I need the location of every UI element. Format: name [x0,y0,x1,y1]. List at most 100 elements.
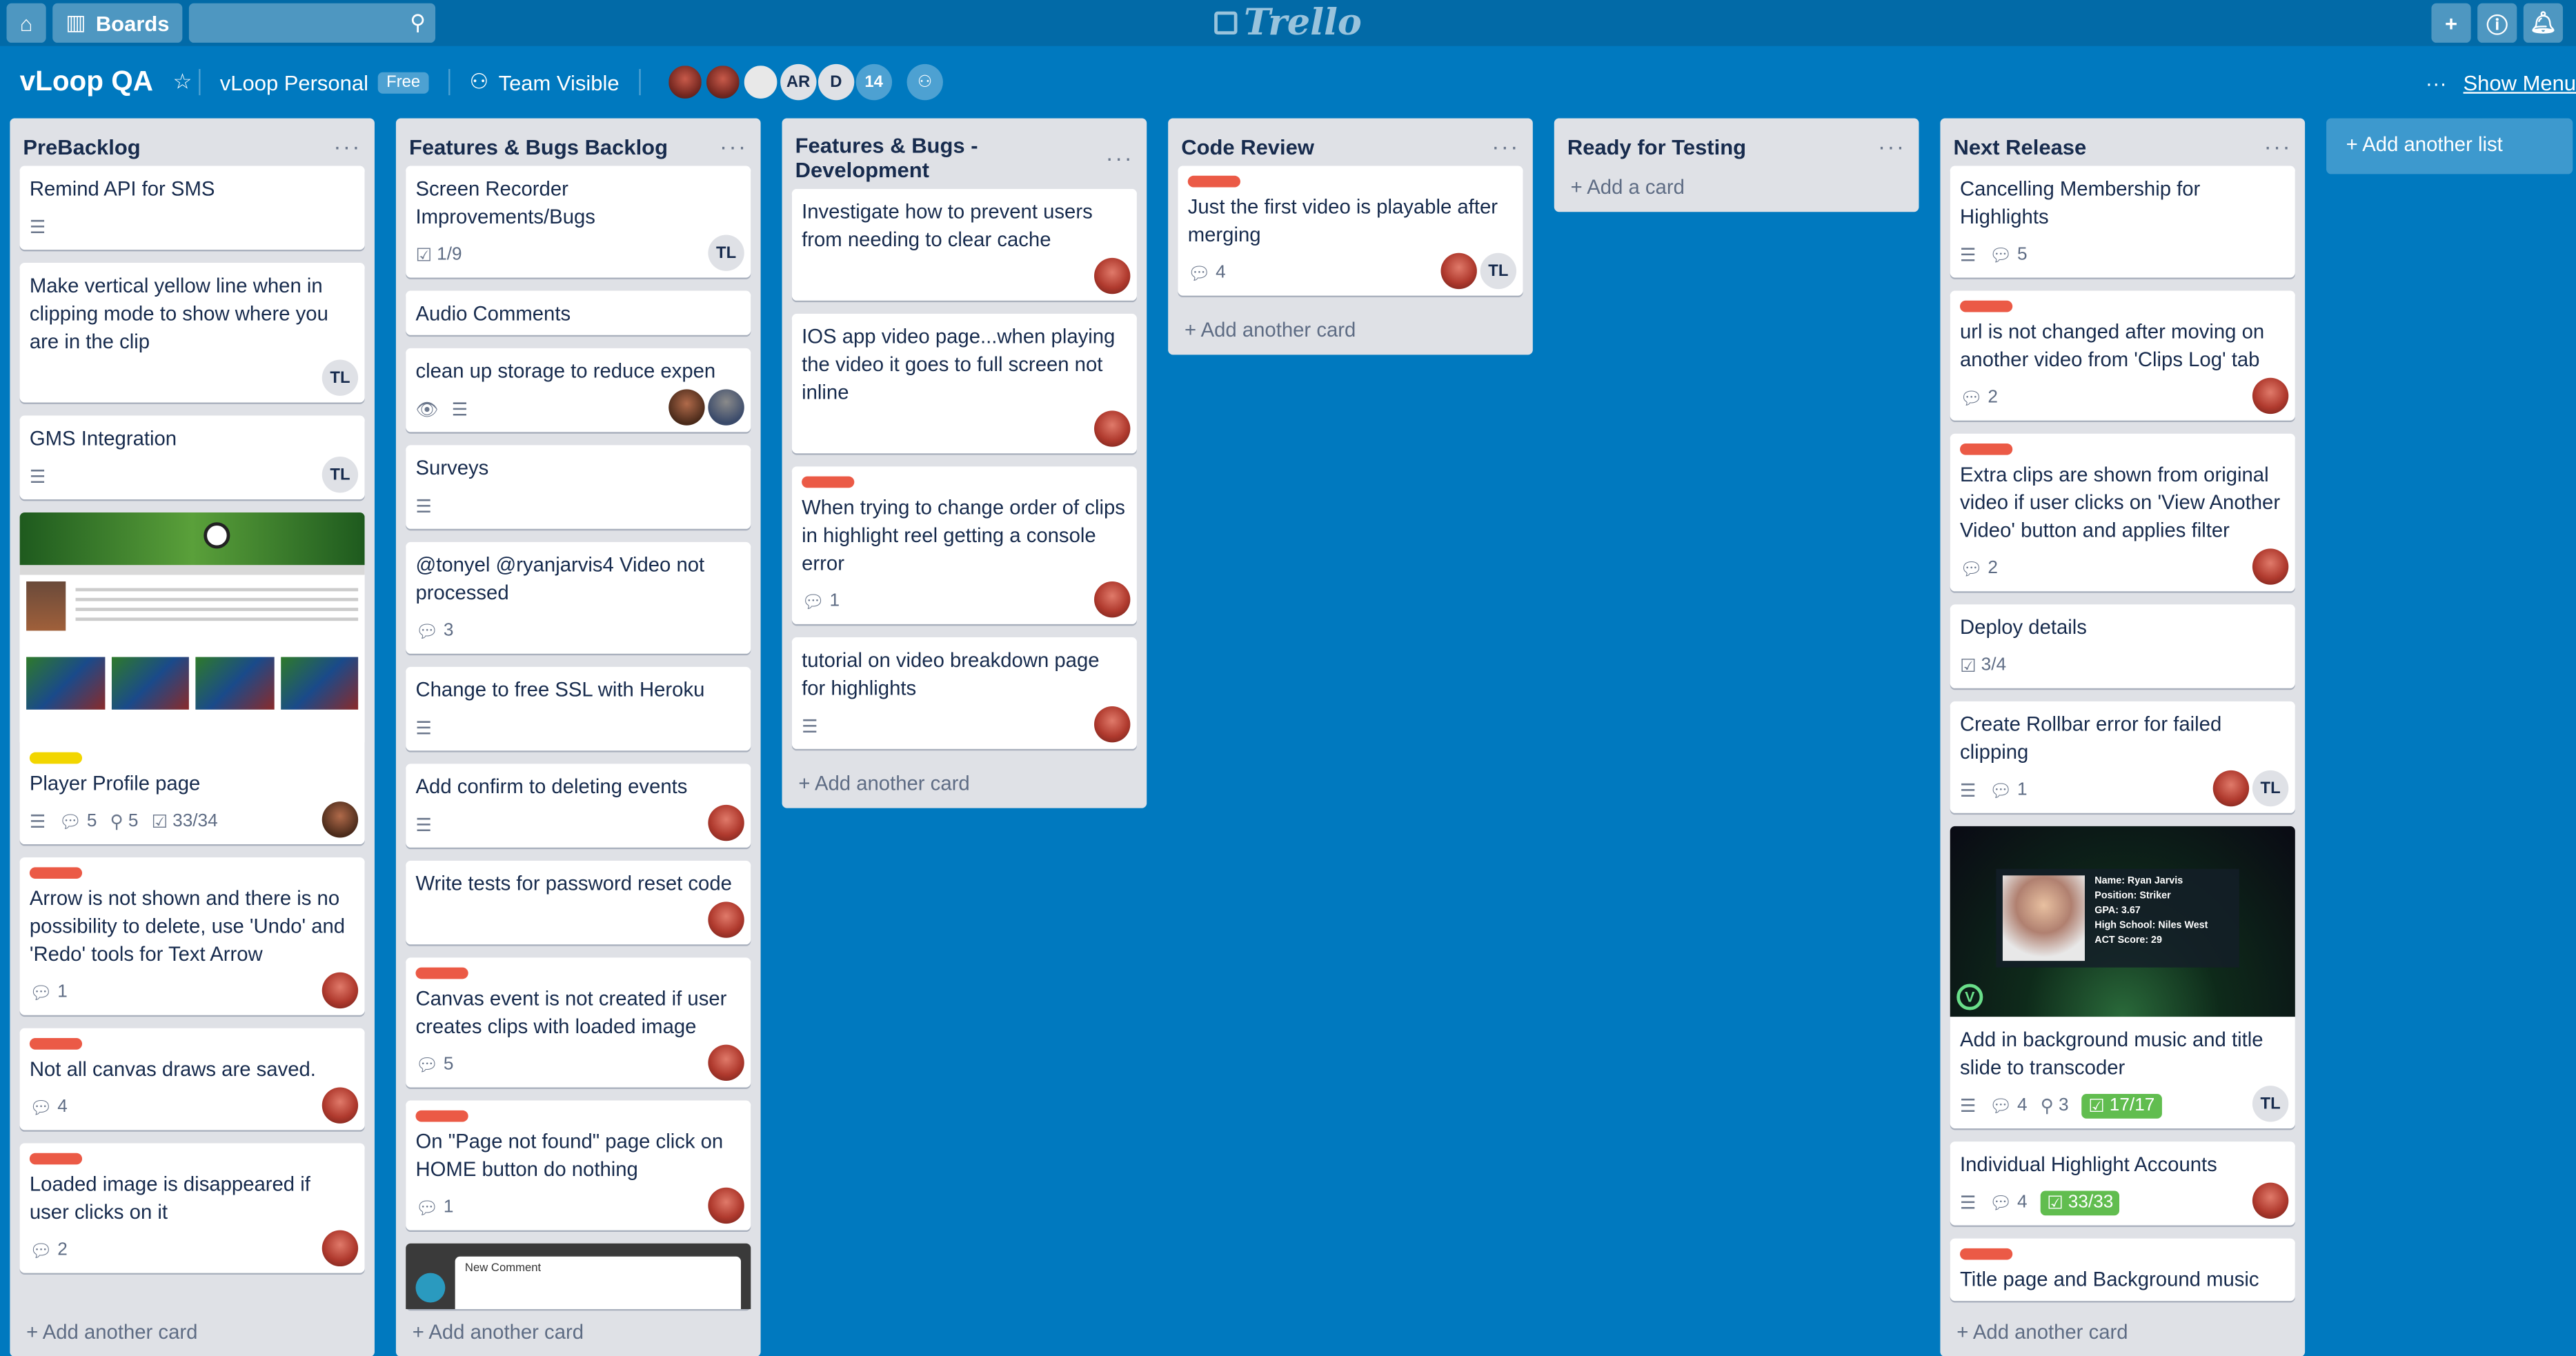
card[interactable]: Arrow is not shown and there is no possi… [19,857,365,1015]
add-card-button[interactable]: + Add another card [782,762,1147,808]
card[interactable]: url is not changed after moving on anoth… [1950,290,2295,421]
list-menu-icon[interactable]: ··· [1492,133,1519,159]
avatar[interactable] [1440,252,1477,290]
card[interactable]: Player Profile page ☰ 💬︎ 5 ⚲ 5 ☑ 33/34 [19,512,365,845]
avatar[interactable] [708,1044,744,1081]
card[interactable]: Loaded image is disappeared if user clic… [19,1143,365,1273]
avatar[interactable] [708,901,744,938]
avatar[interactable] [1094,257,1131,295]
list-next-release[interactable]: Next Release ··· Cancelling Membership f… [1940,118,2306,1356]
avatar[interactable] [708,804,744,841]
invite-member-button[interactable]: ⚇ [906,63,943,101]
avatar[interactable]: AR [780,63,817,101]
card[interactable]: Cancelling Membership for Highlights ☰ 💬… [1950,166,2295,278]
list-title[interactable]: Features & Bugs Backlog [409,134,668,159]
avatar[interactable] [321,801,359,838]
list-title[interactable]: Code Review [1181,134,1314,159]
visibility-button[interactable]: ⚇ Team Visible [470,69,620,95]
board-title[interactable]: vLoop QA [20,66,153,99]
card[interactable]: Change to free SSL with Heroku ☰ [406,666,751,751]
member-count[interactable]: 14 [855,63,892,101]
list-menu-icon[interactable]: ··· [333,133,361,159]
add-card-button[interactable]: + Add a card [1554,166,1919,212]
card[interactable]: On "Page not found" page click on HOME b… [406,1100,751,1230]
avatar[interactable] [1094,581,1131,618]
card[interactable]: Individual Highlight Accounts ☰ 💬︎ 4 ☑ 33/… [1950,1141,2295,1226]
avatar[interactable] [708,389,744,426]
list-code-review[interactable]: Code Review ··· Just the first video is … [1168,118,1533,355]
card[interactable]: IOS app video page...when playing the vi… [791,313,1137,454]
card[interactable]: Audio Comments [406,290,751,335]
create-button[interactable]: + [2431,3,2471,43]
avatar[interactable]: TL [2252,770,2289,807]
card[interactable]: Make vertical yellow line when in clippi… [19,263,365,403]
card[interactable]: Screen Recorder Improvements/Bugs ☑ 1/9 T… [406,166,751,278]
avatar[interactable] [321,1230,359,1267]
more-icon[interactable]: ··· [2426,70,2447,94]
card[interactable]: Extra clips are shown from original vide… [1950,433,2295,592]
add-card-button[interactable]: + Add another card [10,1310,375,1356]
card[interactable]: tutorial on video breakdown page for hig… [791,637,1137,749]
avatar[interactable]: TL [708,235,744,271]
list-prebacklog[interactable]: PreBacklog ··· Remind API for SMS ☰ Make… [10,118,375,1356]
add-card-button[interactable]: + Add another card [1940,1310,2305,1356]
show-menu-button[interactable]: Show Menu [2464,70,2576,94]
list-menu-icon[interactable]: ··· [720,133,747,159]
card[interactable]: Write tests for password reset code [406,860,751,945]
avatar[interactable] [708,1187,744,1224]
list-menu-icon[interactable]: ··· [2264,133,2292,159]
card[interactable]: GMS Integration ☰ TL [19,415,365,499]
list-title[interactable]: Features & Bugs - Development [795,133,1106,182]
card[interactable]: Deploy details ☑ 3/4 [1950,604,2295,688]
avatar[interactable] [704,63,741,101]
card[interactable]: @tonyel @ryanjarvis4 Video not processed… [406,541,751,654]
info-button[interactable]: ⓘ [2477,3,2517,43]
avatar[interactable] [1094,410,1131,447]
avatar[interactable] [666,63,704,101]
card[interactable]: Create Rollbar error for failed clipping… [1950,701,2295,813]
avatar[interactable] [2252,548,2289,585]
card[interactable]: Not all canvas draws are saved. 💬︎ 4 [19,1028,365,1130]
list-menu-icon[interactable]: ··· [1106,145,1133,171]
avatar[interactable]: D [818,63,855,101]
card[interactable]: Remind API for SMS ☰ [19,166,365,250]
list-menu-icon[interactable]: ··· [1878,133,1905,159]
boards-button[interactable]: ▥ Boards [52,3,183,43]
search-input[interactable]: ⚲ [189,3,436,43]
avatar[interactable] [2212,770,2250,807]
card[interactable]: Canvas event is not created if user crea… [406,957,751,1088]
avatar[interactable]: TL [321,359,359,396]
list-features-bugs-development[interactable]: Features & Bugs - Development ··· Invest… [782,118,1147,808]
avatar[interactable] [2252,1182,2289,1219]
card[interactable]: Name: Ryan Jarvis Position: Striker GPA:… [1950,826,2295,1129]
trello-logo[interactable]: Trello [1214,1,1362,44]
card[interactable]: New Comment [406,1243,751,1309]
avatar[interactable] [2252,377,2289,415]
star-icon[interactable]: ☆ [173,69,192,95]
card[interactable]: Investigate how to prevent users from ne… [791,188,1137,301]
notifications-button[interactable]: 🔔︎ [2523,3,2563,43]
team-button[interactable]: vLoop Personal Free [220,70,429,94]
avatar[interactable]: TL [321,457,359,493]
avatar[interactable]: TL [1480,252,1517,290]
card[interactable]: When trying to change order of clips in … [791,466,1137,624]
avatar[interactable] [742,63,779,101]
avatar[interactable] [321,1087,359,1124]
list-title[interactable]: PreBacklog [23,134,140,159]
avatar[interactable] [1094,706,1131,743]
avatar[interactable] [668,389,705,426]
list-ready-for-testing[interactable]: Ready for Testing ··· + Add a card [1554,118,1919,212]
card[interactable]: Add confirm to deleting events ☰ [406,764,751,848]
avatar[interactable] [321,972,359,1009]
card[interactable]: Just the first video is playable after m… [1178,166,1523,296]
card[interactable]: Surveys ☰ [406,445,751,529]
home-button[interactable]: ⌂ [6,3,46,43]
list-features-bugs-backlog[interactable]: Features & Bugs Backlog ··· Screen Recor… [395,118,761,1356]
card[interactable]: Title page and Background music [1950,1238,2295,1302]
list-title[interactable]: Ready for Testing [1567,134,1746,159]
list-title[interactable]: Next Release [1953,134,2086,159]
add-list-button[interactable]: + Add another list [2326,118,2573,175]
add-card-button[interactable]: + Add another card [396,1310,761,1356]
card[interactable]: clean up storage to reduce expen 👁︎ ☰ [406,348,751,432]
add-card-button[interactable]: + Add another card [1168,309,1533,355]
